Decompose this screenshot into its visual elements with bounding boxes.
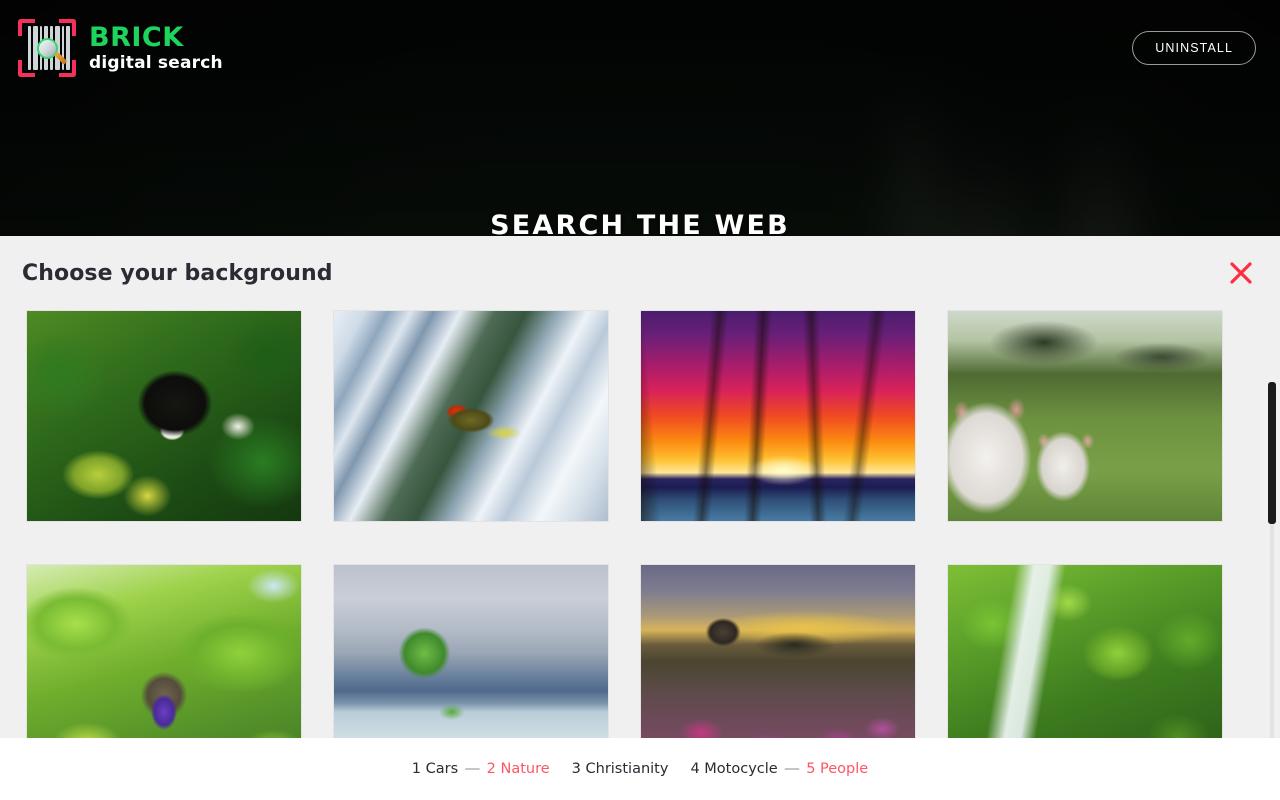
brand-text: BRICK digital search	[89, 24, 223, 72]
scrollbar-thumb[interactable]	[1268, 382, 1276, 524]
app-root: BRICK digital search UNINSTALL SEARCH TH…	[0, 0, 1280, 800]
background-grid-scroll-area[interactable]	[0, 310, 1280, 800]
brand-logo[interactable]: BRICK digital search	[18, 19, 223, 77]
vertical-scrollbar[interactable]	[1268, 382, 1276, 790]
category-separator: —	[465, 761, 480, 777]
background-thumbnail[interactable]	[947, 310, 1223, 522]
category-separator: —	[784, 761, 800, 777]
category-link-christianity[interactable]: 3 Christianity	[572, 761, 669, 777]
background-thumbnail[interactable]	[333, 310, 609, 522]
choose-background-panel: Choose your background	[0, 236, 1280, 800]
scanner-corner-top-right-icon	[59, 19, 76, 36]
background-image-1	[27, 311, 301, 521]
close-x-icon	[1230, 262, 1252, 284]
uninstall-button[interactable]: UNINSTALL	[1132, 31, 1256, 65]
panel-header: Choose your background	[0, 236, 1280, 310]
category-link-cars[interactable]: 1 Cars	[412, 761, 458, 777]
scanner-corner-top-left-icon	[18, 19, 35, 36]
category-link-nature[interactable]: 2 Nature	[487, 761, 550, 777]
barcode-scanner-magnifier-icon	[18, 19, 76, 77]
top-bar: BRICK digital search UNINSTALL	[0, 0, 1280, 96]
background-image-4	[948, 311, 1222, 521]
background-image-2	[334, 311, 608, 521]
category-link-people[interactable]: 5 People	[806, 761, 868, 777]
background-grid	[0, 310, 1256, 776]
background-thumbnail[interactable]	[26, 310, 302, 522]
scanner-corner-bottom-right-icon	[59, 60, 76, 77]
brand-title: BRICK	[89, 22, 184, 53]
brand-subtitle: digital search	[89, 53, 223, 73]
scanner-corner-bottom-left-icon	[18, 60, 35, 77]
page-title: Choose your background	[22, 260, 333, 286]
close-button[interactable]	[1220, 252, 1262, 294]
category-link-motocycle[interactable]: 4 Motocycle	[690, 761, 777, 777]
category-list: 1 Cars — 2 Nature 3 Christianity 4 Motocycle…	[412, 761, 868, 777]
background-thumbnail[interactable]	[640, 310, 916, 522]
category-footer: 1 Cars — 2 Nature 3 Christianity 4 Motocycle…	[0, 738, 1280, 800]
background-image-3	[641, 311, 915, 521]
